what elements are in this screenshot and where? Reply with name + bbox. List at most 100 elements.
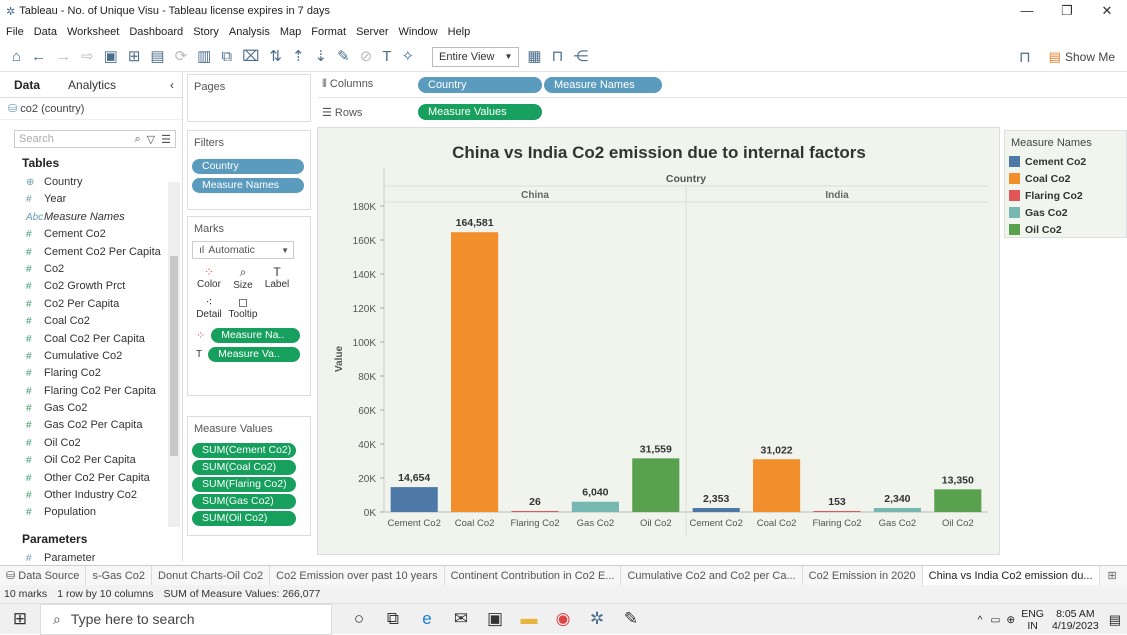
menu-item-story[interactable]: Story	[193, 26, 219, 38]
battery-icon[interactable]: ▭	[990, 614, 1000, 626]
field-item[interactable]: # Gas Co2 Per Capita	[0, 417, 182, 434]
field-item[interactable]: # Oil Co2	[0, 435, 182, 452]
menu-item-dashboard[interactable]: Dashboard	[129, 26, 183, 38]
taskbar-search-input[interactable]: ⌕ Type here to search	[40, 603, 332, 635]
legend-item[interactable]: Coal Co2	[1005, 170, 1126, 187]
tab-analytics[interactable]: Analytics	[54, 72, 130, 98]
field-item[interactable]: # Flaring Co2	[0, 365, 182, 382]
bar[interactable]	[451, 232, 499, 512]
filter-pill-country[interactable]: Country	[192, 159, 304, 174]
size-button[interactable]: ⌕ Size	[226, 265, 260, 291]
menu-item-data[interactable]: Data	[34, 26, 57, 38]
field-item[interactable]: # Coal Co2	[0, 313, 182, 330]
swap-icon[interactable]: ⇅	[269, 42, 282, 72]
field-list-scrollbar[interactable]	[168, 182, 180, 527]
marks-pill-measure-values[interactable]: Measure Va..	[208, 347, 300, 362]
sheet-tab[interactable]: China vs India Co2 emission du...	[922, 565, 1100, 586]
pages-card[interactable]: Pages	[187, 74, 311, 122]
paint-icon[interactable]: ✎	[614, 609, 648, 629]
columns-shelf[interactable]: ⦀ Columns Country Measure Names	[318, 72, 1127, 98]
minimize-button[interactable]: —	[1007, 0, 1047, 22]
bar[interactable]	[632, 458, 680, 512]
mark-type-select[interactable]: ıl Automatic ▼	[192, 241, 294, 259]
marks-pill-measure-names[interactable]: Measure Na..	[211, 328, 300, 343]
sheet-tab[interactable]: s-Gas Co2	[86, 565, 153, 586]
clear-sheet-icon[interactable]: ⌧	[242, 42, 259, 72]
search-icon[interactable]: ⌕	[134, 133, 140, 146]
tableau-taskbar-icon[interactable]: ✲	[580, 609, 614, 629]
filter-pill-measure-names[interactable]: Measure Names	[192, 178, 304, 193]
legend-item[interactable]: Cement Co2	[1005, 153, 1126, 170]
menu-item-map[interactable]: Map	[280, 26, 301, 38]
tooltip-icon[interactable]: ⊓	[1019, 48, 1031, 66]
home-icon[interactable]: ⌂	[12, 42, 21, 72]
data-source-tab[interactable]: ⛁ Data Source	[0, 565, 87, 586]
edge-icon[interactable]: e	[410, 609, 444, 629]
scrollbar-thumb[interactable]	[170, 256, 178, 456]
columns-pill-measure-names[interactable]: Measure Names	[544, 76, 662, 93]
field-item[interactable]: ⊕ Country	[0, 174, 182, 191]
color-button[interactable]: ⁘ Color	[192, 265, 226, 291]
add-datasource-icon[interactable]: ⊞	[128, 42, 141, 72]
field-item[interactable]: # Cement Co2 Per Capita	[0, 244, 182, 261]
legend-item[interactable]: Flaring Co2	[1005, 187, 1126, 204]
field-item[interactable]: # Cement Co2	[0, 226, 182, 243]
share-icon[interactable]: ⋲	[573, 42, 588, 72]
chrome-icon[interactable]: ◉	[546, 609, 580, 629]
menu-item-worksheet[interactable]: Worksheet	[67, 26, 119, 38]
sheet-tab[interactable]: Co2 Emission over past 10 years	[270, 565, 445, 586]
presentation-icon[interactable]: ⊓	[552, 42, 564, 72]
task-view-icon[interactable]: ⧉	[376, 609, 410, 629]
sort-ascending-icon[interactable]: ⇡	[292, 42, 305, 72]
highlight-icon[interactable]: ✎	[337, 42, 350, 72]
tray-chevron-icon[interactable]: ^	[978, 614, 983, 626]
network-icon[interactable]: ⊕	[1006, 614, 1015, 626]
group-icon[interactable]: ⊘	[360, 42, 373, 72]
clock[interactable]: 8:05 AM 4/19/2023	[1052, 608, 1099, 632]
windows-start-icon[interactable]: ⊞	[0, 609, 40, 629]
bar[interactable]	[692, 507, 740, 512]
measure-value-pill[interactable]: SUM(Gas Co2)	[192, 494, 296, 509]
mail-icon[interactable]: ✉	[444, 609, 478, 629]
save-icon[interactable]: ▣	[104, 42, 118, 72]
measure-value-pill[interactable]: SUM(Oil Co2)	[192, 511, 296, 526]
forward-icon[interactable]: →	[56, 42, 71, 72]
collapse-pane-icon[interactable]: ‹	[170, 78, 182, 92]
field-item[interactable]: # Coal Co2 Per Capita	[0, 331, 182, 348]
columns-pill-country[interactable]: Country	[418, 76, 542, 93]
bar[interactable]	[813, 511, 861, 512]
sheet-tab[interactable]: Continent Contribution in Co2 E...	[445, 565, 622, 586]
duplicate-icon[interactable]: ⧉	[221, 42, 232, 72]
back-icon[interactable]: ←	[31, 42, 46, 72]
field-search-input[interactable]: Search ⌕ ▽ ☰	[14, 130, 176, 148]
field-item[interactable]: # Population	[0, 504, 182, 521]
field-item[interactable]: # Co2 Per Capita	[0, 296, 182, 313]
tooltip-button[interactable]: ◻ Tooltip	[226, 295, 260, 320]
measure-value-pill[interactable]: SUM(Coal Co2)	[192, 460, 296, 475]
view-size-select[interactable]: Entire View ▼	[432, 46, 520, 67]
cards-icon[interactable]: ▦	[527, 42, 541, 72]
legend-item[interactable]: Oil Co2	[1005, 221, 1126, 238]
rows-shelf[interactable]: ☰ Rows Measure Values	[318, 99, 1127, 125]
bar[interactable]	[753, 459, 801, 512]
store-icon[interactable]: ▣	[478, 609, 512, 629]
pin-icon[interactable]: ✧	[401, 42, 414, 72]
sheet-tab[interactable]: Co2 Emission in 2020	[803, 565, 923, 586]
label-button[interactable]: T Label	[260, 265, 294, 291]
close-button[interactable]: ✕	[1087, 0, 1127, 22]
new-worksheet-icon[interactable]: ▤	[150, 42, 164, 72]
field-item[interactable]: # Gas Co2	[0, 400, 182, 417]
restore-button[interactable]: ❐	[1047, 0, 1087, 22]
new-sheet-icon[interactable]: ▥	[197, 42, 211, 72]
notification-icon[interactable]: ▤	[1109, 612, 1121, 628]
bar[interactable]	[571, 501, 619, 512]
rows-pill-measure-values[interactable]: Measure Values	[418, 104, 542, 120]
view-options-icon[interactable]: ☰	[161, 133, 171, 146]
field-item[interactable]: # Co2 Growth Prct	[0, 278, 182, 295]
new-worksheet-icon[interactable]: ⊞	[1108, 569, 1117, 582]
labels-icon[interactable]: T	[382, 42, 391, 72]
show-me-button[interactable]: Show Me	[1065, 50, 1115, 64]
language-indicator[interactable]: ENG IN	[1021, 608, 1044, 632]
show-me-icon[interactable]: ▤	[1049, 49, 1061, 65]
field-item[interactable]: # Flaring Co2 Per Capita	[0, 383, 182, 400]
